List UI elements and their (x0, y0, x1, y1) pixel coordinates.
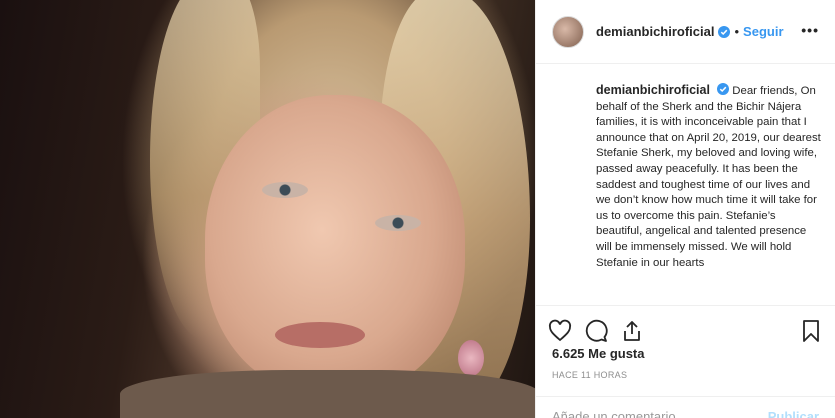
comment-icon[interactable] (584, 319, 608, 343)
header-username[interactable]: demianbichiroficial (596, 24, 714, 39)
comment-input[interactable] (552, 409, 768, 418)
follow-button[interactable]: Seguir (743, 24, 783, 39)
post-header: demianbichiroficial • Seguir ••• (536, 0, 835, 64)
photo-earring (458, 340, 484, 376)
caption: demianbichiroficial Dear friends, On beh… (596, 83, 821, 271)
separator-dot: • (734, 24, 740, 39)
photo-sweater (120, 370, 535, 418)
verified-badge-icon (717, 83, 730, 95)
add-comment-section: Publicar (536, 396, 835, 418)
heart-icon[interactable] (548, 319, 572, 343)
share-icon[interactable] (620, 319, 644, 343)
avatar[interactable] (552, 15, 584, 48)
caption-username[interactable]: demianbichiroficial (596, 83, 710, 97)
more-options-icon[interactable]: ••• (801, 22, 819, 38)
bookmark-icon[interactable] (799, 319, 823, 343)
comments-area[interactable]: demianbichiroficial Dear friends, On beh… (536, 65, 835, 305)
verified-badge-icon (718, 25, 731, 38)
publish-button[interactable]: Publicar (768, 409, 819, 418)
photo-eye-left (262, 182, 308, 198)
post-side-panel: demianbichiroficial • Seguir ••• demianb… (535, 0, 835, 418)
post-photo[interactable] (0, 0, 535, 418)
photo-lips (275, 322, 365, 348)
likes-count[interactable]: 6.625 Me gusta (552, 346, 645, 361)
photo-face (205, 95, 465, 395)
photo-eye-right (375, 215, 421, 231)
caption-text: Dear friends, On behalf of the Sherk and… (596, 85, 821, 269)
post-timestamp[interactable]: HACE 11 HORAS (552, 370, 627, 380)
